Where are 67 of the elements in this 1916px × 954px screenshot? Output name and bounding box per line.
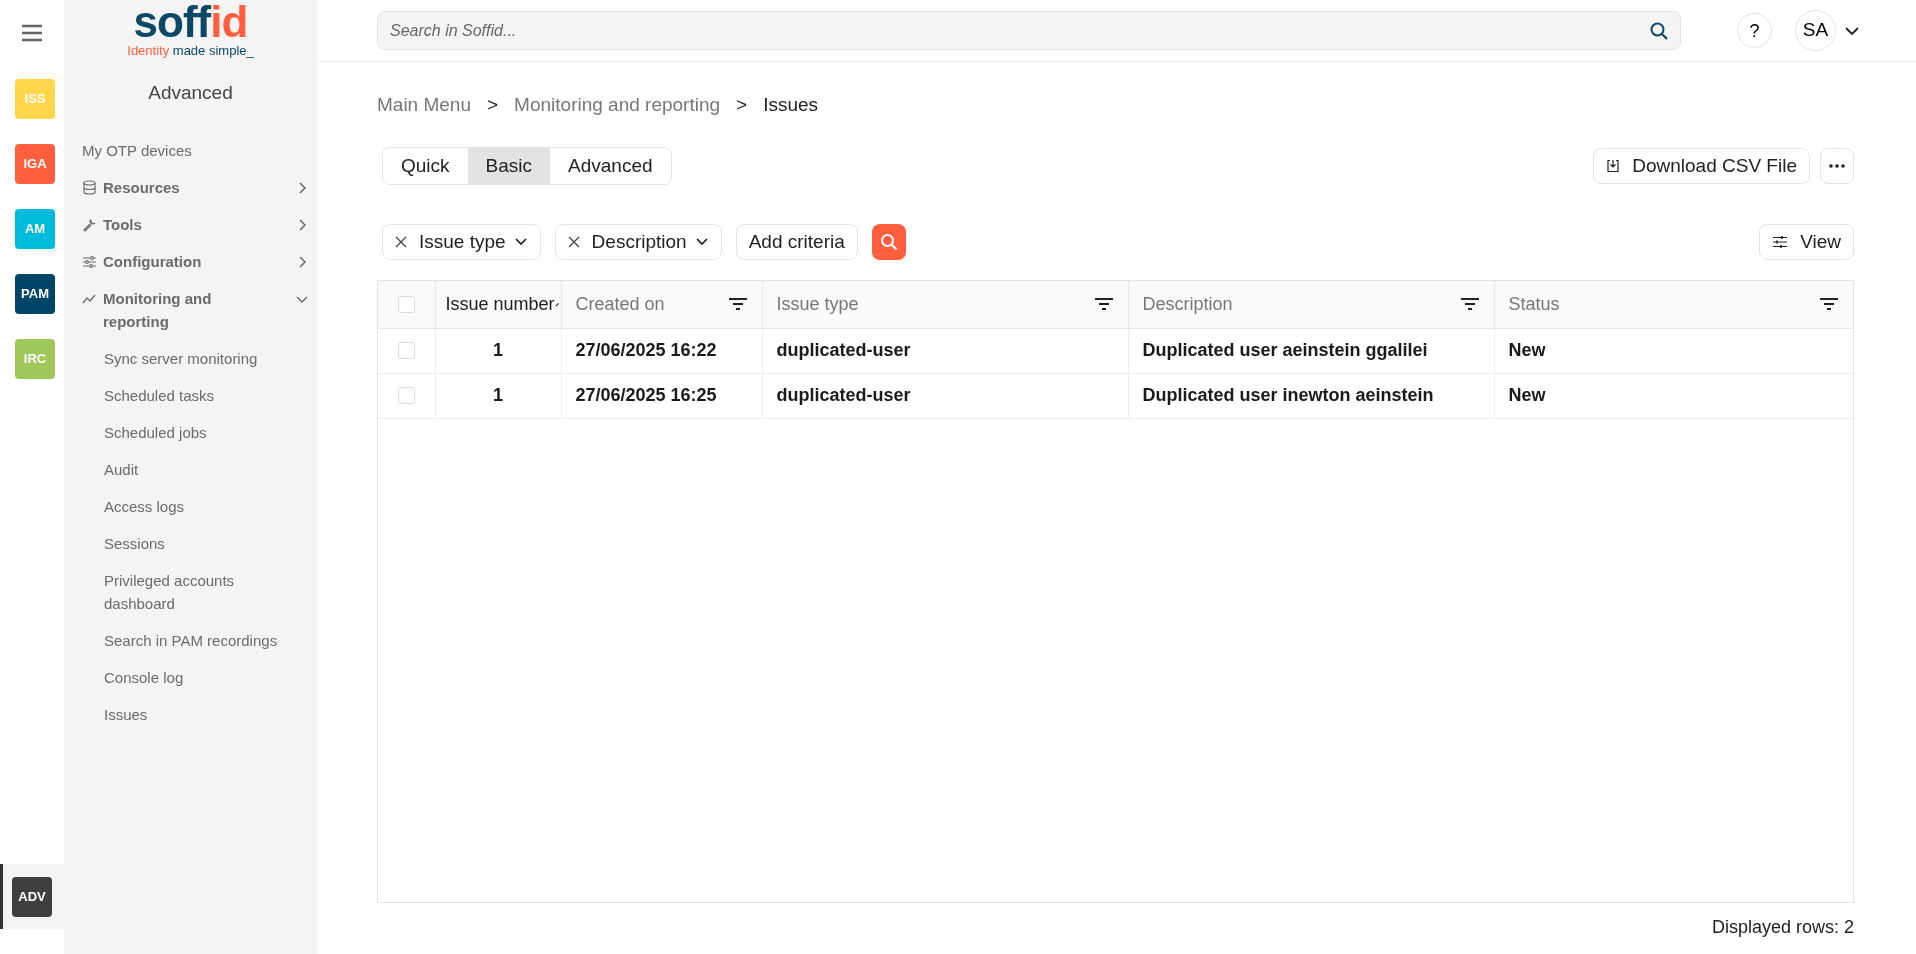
- table-cell: duplicated-user: [762, 373, 1128, 418]
- more-options-button[interactable]: [1820, 148, 1854, 184]
- criteria-dropdown[interactable]: Description: [554, 224, 722, 260]
- mode-tab[interactable]: Basic: [467, 148, 551, 184]
- close-icon: [395, 236, 407, 248]
- sidebar-group[interactable]: Tools: [64, 205, 317, 243]
- logo-wordmark: soffid: [133, 0, 248, 44]
- row-checkbox[interactable]: [397, 387, 415, 404]
- table-cell: New: [1494, 328, 1853, 373]
- column-header[interactable]: Description: [1142, 290, 1233, 318]
- table-cell: 27/06/2025 16:22: [561, 328, 762, 373]
- add-criteria-button[interactable]: Add criteria: [735, 224, 858, 260]
- table-cell: 27/06/2025 16:25: [561, 373, 762, 418]
- sliders-icon: [1772, 235, 1789, 249]
- group-label: Monitoring and reporting: [103, 288, 213, 332]
- table-cell: Duplicated user aeinstein ggalilei: [1128, 328, 1494, 373]
- sidebar-title: Advanced: [147, 81, 234, 105]
- sidebar-group[interactable]: Monitoring and reporting: [64, 279, 317, 340]
- breadcrumb-separator: >: [487, 92, 499, 117]
- breadcrumb-separator: >: [736, 92, 748, 117]
- close-icon: [567, 236, 580, 248]
- app-badge[interactable]: PAM: [15, 273, 55, 314]
- column-header[interactable]: Issue type: [776, 290, 859, 318]
- table-cell: 1: [435, 373, 561, 418]
- wrench-icon: [82, 216, 97, 232]
- table-cell: Duplicated user inewton aeinstein: [1128, 373, 1494, 418]
- column-header[interactable]: Status: [1508, 290, 1560, 318]
- search-button[interactable]: [871, 224, 906, 260]
- table-cell: duplicated-user: [762, 328, 1128, 373]
- breadcrumb-link[interactable]: Monitoring and reporting: [514, 90, 721, 120]
- sidebar-subitem[interactable]: Access logs: [64, 487, 317, 525]
- search-icon: [879, 233, 898, 251]
- help-button[interactable]: ?: [1737, 13, 1772, 48]
- breadcrumb-current: Issues: [763, 92, 819, 117]
- sidebar-subitem[interactable]: Console log: [64, 658, 317, 696]
- logo-tagline: Identity made simple_: [127, 44, 254, 58]
- sidebar-subitem[interactable]: Privileged accounts dashboard: [64, 561, 317, 622]
- sidebar-link[interactable]: My OTP devices: [64, 131, 317, 169]
- select-all-checkbox[interactable]: [397, 295, 415, 313]
- group-label: Configuration: [103, 251, 202, 272]
- sidebar-subitem[interactable]: Issues: [64, 695, 317, 733]
- breadcrumb-link[interactable]: Main Menu: [377, 90, 471, 120]
- row-count: Displayed rows: 2: [1710, 916, 1854, 939]
- sidebar-subitem[interactable]: Scheduled tasks: [64, 376, 317, 414]
- download-icon: [1606, 159, 1621, 173]
- sidebar-subitem[interactable]: Audit: [64, 450, 317, 488]
- app-badge[interactable]: IGA: [15, 143, 55, 184]
- database-icon: [82, 179, 97, 195]
- table-cell: 1: [435, 328, 561, 373]
- ellipsis-icon: [1829, 164, 1845, 168]
- group-label: Resources: [103, 177, 180, 198]
- table-cell: New: [1494, 373, 1853, 418]
- download-button[interactable]: Download CSV File: [1593, 148, 1810, 184]
- sidebar-group[interactable]: Resources: [64, 168, 317, 206]
- search-icon: [1649, 21, 1669, 41]
- sliders-icon: [82, 253, 97, 269]
- search-field[interactable]: Search in Soffid...: [377, 11, 1681, 50]
- group-label: Tools: [103, 214, 142, 235]
- criteria-dropdown[interactable]: Issue type: [382, 224, 541, 260]
- app-badge[interactable]: ADV: [12, 876, 52, 917]
- sidebar-subitem[interactable]: Sessions: [64, 524, 317, 562]
- sidebar-subitem[interactable]: Search in PAM recordings: [64, 621, 317, 659]
- sidebar-subitem[interactable]: Scheduled jobs: [64, 413, 317, 451]
- sidebar-subitem[interactable]: Sync server monitoring: [64, 339, 317, 377]
- view-button[interactable]: View: [1759, 224, 1854, 260]
- sidebar-group[interactable]: Configuration: [64, 242, 317, 280]
- row-checkbox[interactable]: [397, 342, 415, 359]
